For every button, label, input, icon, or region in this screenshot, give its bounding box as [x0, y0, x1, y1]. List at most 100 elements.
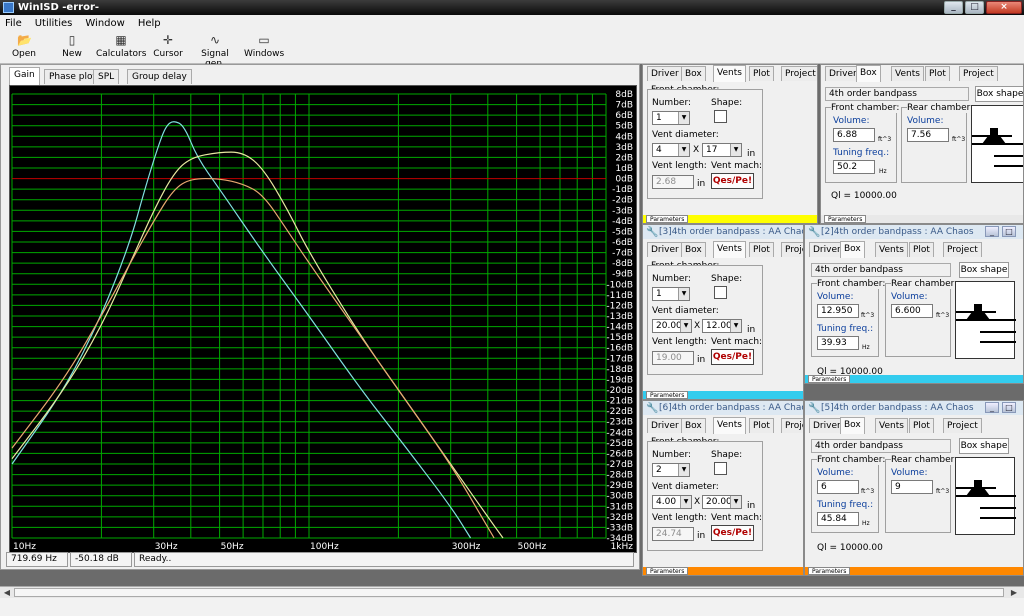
wrench-icon: 🔧 [808, 403, 821, 414]
minimize-icon[interactable]: _ [985, 226, 999, 237]
qes-pe-button[interactable]: Qes/Pe! [711, 349, 754, 365]
vent-diameter-2-select[interactable]: 20.00 ▼ [702, 495, 742, 509]
tab-box[interactable]: Box [840, 241, 865, 258]
minimize-button[interactable]: _ [944, 1, 963, 14]
tab-project[interactable]: Proje [781, 242, 803, 257]
tab-box[interactable]: Box [856, 65, 881, 82]
shape-checkbox[interactable] [714, 110, 727, 123]
tab-plot[interactable]: Plot [749, 66, 774, 81]
unit-in: in [747, 149, 756, 159]
tab-driver[interactable]: Driver [647, 418, 683, 433]
tab-plot[interactable]: Plot [909, 418, 934, 433]
maximize-button[interactable]: □ [965, 1, 984, 14]
maximize-icon[interactable]: □ [1002, 226, 1016, 237]
tuning-freq-field[interactable]: 50.2 [833, 160, 875, 174]
tab-vents[interactable]: Vents [891, 66, 924, 81]
vent-length-field[interactable]: 2.68 [652, 175, 694, 189]
tab-vents[interactable]: Vents [875, 418, 908, 433]
tab-project[interactable]: Project [959, 66, 998, 81]
close-button[interactable]: × [986, 1, 1022, 14]
tab-box[interactable]: Box [681, 242, 706, 257]
minimize-icon[interactable]: _ [985, 402, 999, 413]
tab-group-delay[interactable]: Group delay [127, 69, 192, 84]
parameters-button[interactable]: Parameters [646, 215, 689, 223]
parameters-bar: Parameters [643, 567, 803, 575]
vent-diameter-2-select[interactable]: 17 ▼ [702, 143, 742, 157]
vent-number-select[interactable]: 1 ▼ [652, 287, 690, 301]
tab-vents[interactable]: Vents [713, 417, 746, 434]
tab-plot[interactable]: Plot [749, 242, 774, 257]
gain-plot[interactable]: 8dB 7dB 6dB 5dB 4dB 3dB 2dB 1dB 0dB -1dB -2dB -3dB -… [9, 85, 637, 553]
tab-box[interactable]: Box [840, 417, 865, 434]
front-volume-field[interactable]: 12.950 [817, 304, 859, 318]
rear-volume-field[interactable]: 6.600 [891, 304, 933, 318]
tab-spl[interactable]: SPL [93, 69, 120, 84]
tab-driver[interactable]: Driver [647, 242, 683, 257]
y-tick-label: 1dB [615, 164, 633, 174]
tab-box[interactable]: Box [681, 66, 706, 81]
shape-checkbox[interactable] [714, 286, 727, 299]
qes-pe-button[interactable]: Qes/Pe! [711, 173, 754, 189]
menu-help[interactable]: Help [138, 18, 161, 29]
windows-button[interactable]: ▭ Windows [244, 34, 284, 60]
vent-length-field[interactable]: 24.74 [652, 527, 694, 541]
tab-driver[interactable]: Driver [647, 66, 683, 81]
menu-window[interactable]: Window [85, 18, 124, 29]
parameters-button[interactable]: Parameters [824, 215, 867, 223]
y-tick-label: -20dB [606, 386, 633, 396]
parameters-button[interactable]: Parameters [808, 567, 851, 575]
vent-diameter-1-select[interactable]: 4 ▼ [652, 143, 690, 157]
box-shape-button[interactable]: Box shape [959, 438, 1009, 454]
open-button[interactable]: 📂 Open [8, 33, 40, 60]
vent-diameter-1-select[interactable]: 20.00 ▼ [652, 319, 692, 333]
tab-project[interactable]: Project [943, 242, 982, 257]
tab-gain[interactable]: Gain [9, 67, 40, 85]
unit-ft3: ft^3 [936, 488, 950, 495]
bandpass-box-icon [972, 128, 1023, 167]
box-shape-button[interactable]: Box shape [975, 86, 1023, 102]
scroll-left-icon[interactable]: ◀ [1, 587, 13, 598]
new-button[interactable]: ▯ New [56, 34, 88, 60]
tab-plot[interactable]: Plot [925, 66, 950, 81]
scroll-right-icon[interactable]: ▶ [1008, 587, 1020, 598]
maximize-icon[interactable]: □ [1002, 402, 1016, 413]
tab-vents[interactable]: Vents [875, 242, 908, 257]
tab-vents[interactable]: Vents [713, 65, 746, 82]
parameters-button[interactable]: Parameters [646, 567, 689, 575]
front-volume-field[interactable]: 6 [817, 480, 859, 494]
tab-vents[interactable]: Vents [713, 241, 746, 258]
rear-volume-field[interactable]: 9 [891, 480, 933, 494]
box-shape-button[interactable]: Box shape [959, 262, 1009, 278]
parameters-button[interactable]: Parameters [646, 391, 689, 399]
horizontal-scrollbar[interactable]: ◀ ▶ [0, 586, 1024, 598]
scroll-thumb[interactable] [14, 588, 1004, 597]
menu-utilities[interactable]: Utilities [35, 18, 73, 29]
menu-file[interactable]: File [5, 18, 22, 29]
shape-checkbox[interactable] [714, 462, 727, 475]
front-volume-field[interactable]: 6.88 [833, 128, 875, 142]
cursor-button[interactable]: ✛ Cursor [152, 34, 184, 60]
vent-number-select[interactable]: 2 ▼ [652, 463, 690, 477]
tab-project[interactable]: Proje [781, 418, 803, 433]
tuning-freq-field[interactable]: 39.93 [817, 336, 859, 350]
tuning-freq-field[interactable]: 45.84 [817, 512, 859, 526]
vent-length-field[interactable]: 19.00 [652, 351, 694, 365]
shape-label: Shape: [711, 274, 743, 284]
rear-volume-field[interactable]: 7.56 [907, 128, 949, 142]
folder-open-icon: 📂 [17, 33, 32, 47]
tab-box[interactable]: Box [681, 418, 706, 433]
parameters-button[interactable]: Parameters [808, 375, 851, 383]
qes-pe-button[interactable]: Qes/Pe! [711, 525, 754, 541]
tab-project[interactable]: Project [781, 66, 817, 81]
times-label: X [694, 497, 701, 507]
vent-number-select[interactable]: 1 ▼ [652, 111, 690, 125]
tab-project[interactable]: Project [943, 418, 982, 433]
y-tick-label: 6dB [615, 111, 633, 121]
vent-diameter-2-select[interactable]: 12.00 ▼ [702, 319, 742, 333]
calculators-button[interactable]: ▦ Calculators [96, 34, 146, 60]
tab-plot[interactable]: Plot [909, 242, 934, 257]
vent-diameter-1-select[interactable]: 4.00 ▼ [652, 495, 692, 509]
tab-plot[interactable]: Plot [749, 418, 774, 433]
title-bar: WinISD -error- _ □ × [0, 0, 1024, 15]
bandpass-box-icon [956, 480, 1016, 519]
